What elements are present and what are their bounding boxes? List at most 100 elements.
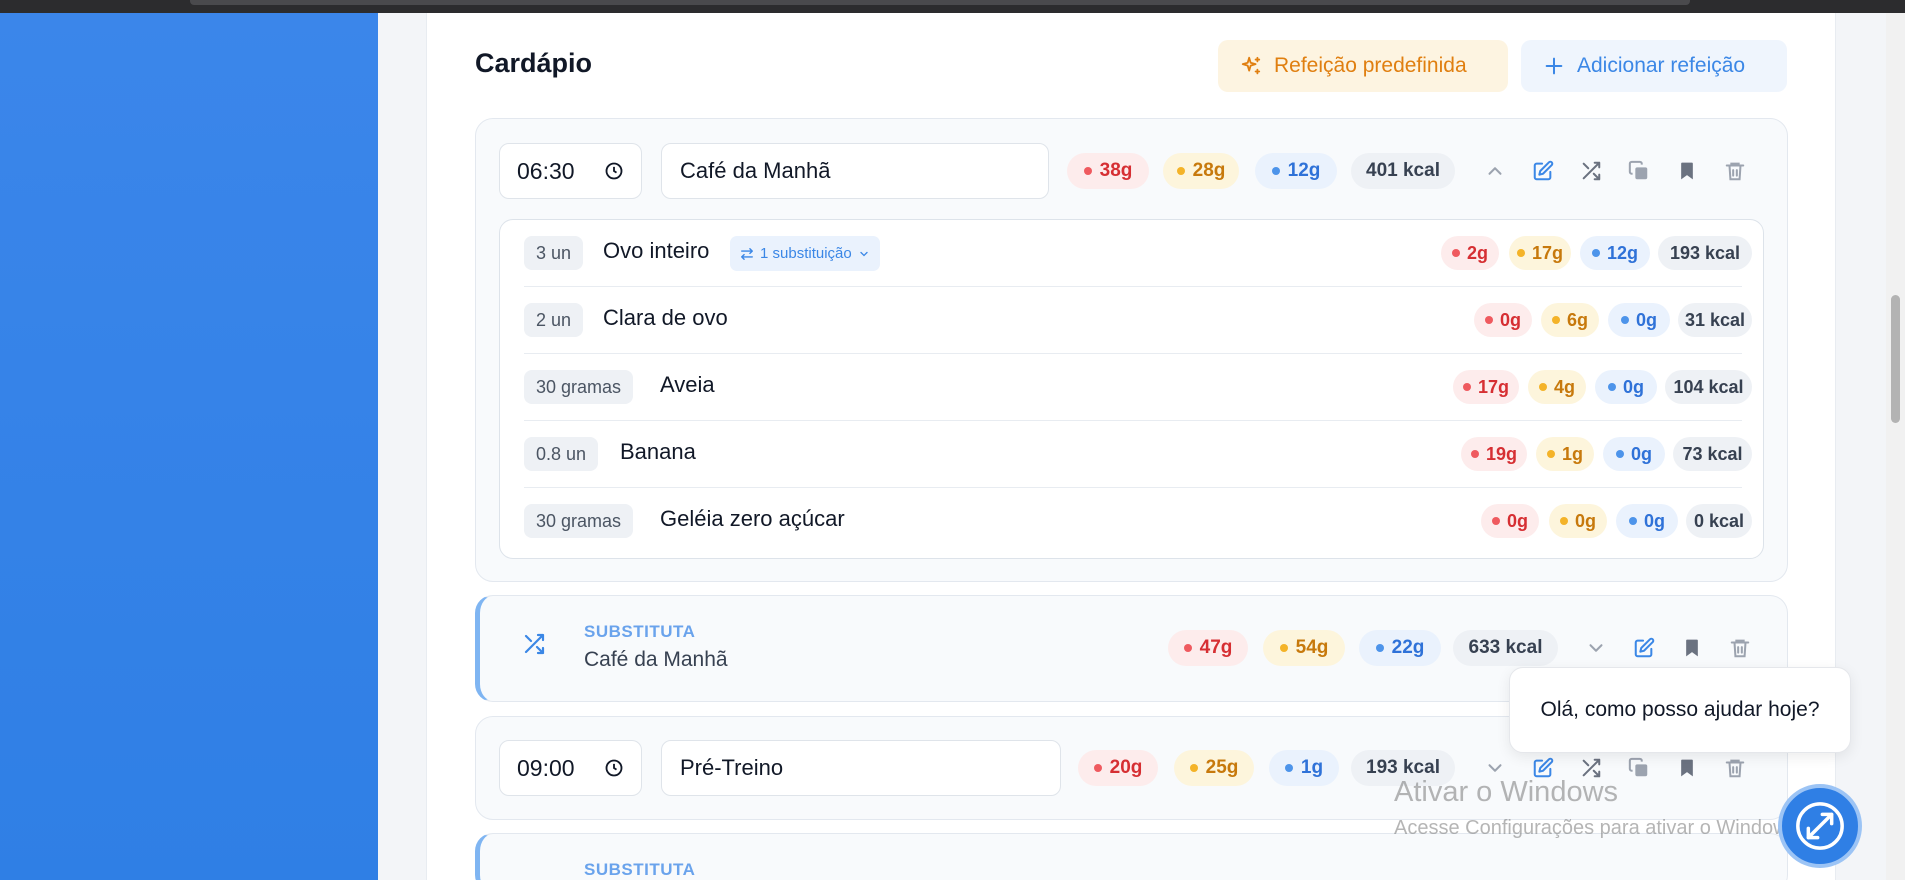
carb-value: 0g — [1499, 309, 1521, 330]
protein-badge: 1g — [1269, 750, 1339, 786]
protein-value: 12g — [1606, 242, 1639, 263]
bookmark-button[interactable] — [1668, 628, 1716, 668]
substitution-dropdown[interactable]: 1 substituição — [730, 236, 880, 271]
carb-badge: 19g — [1461, 437, 1527, 471]
food-row: 30 gramas Geléia zero açúcar 0g 0g 0g 0 … — [524, 488, 1752, 555]
carb-dot — [1462, 383, 1471, 391]
fat-value: 28g — [1192, 160, 1226, 181]
carb-badge: 0g — [1474, 303, 1532, 337]
protein-badge: 0g — [1608, 303, 1670, 337]
meal-name-input[interactable]: Café da Manhã — [661, 143, 1049, 199]
protein-dot — [1628, 517, 1637, 525]
fat-badge: 4g — [1528, 370, 1586, 404]
substitute-tag: SUBSTITUTA — [584, 622, 696, 641]
kcal-badge: 104 kcal — [1665, 370, 1752, 404]
scrollbar-thumb[interactable] — [1891, 295, 1900, 423]
carb-dot — [1470, 450, 1479, 458]
substitution-label: 1 substituição — [760, 245, 852, 262]
browser-top-bar — [0, 0, 1905, 13]
add-meal-button[interactable]: Adicionar refeição — [1521, 40, 1787, 92]
food-quantity: 30 gramas — [524, 504, 634, 538]
carb-value: 19g — [1485, 443, 1518, 464]
fat-value: 0g — [1574, 510, 1596, 531]
shuffle-icon — [524, 633, 545, 655]
shuffle-button[interactable] — [1567, 151, 1615, 191]
carb-badge: 17g — [1453, 370, 1519, 404]
fat-badge: 6g — [1541, 303, 1599, 337]
kcal-value: 104 kcal — [1673, 376, 1744, 397]
fat-dot — [1546, 450, 1555, 458]
protein-badge: 0g — [1603, 437, 1665, 471]
food-row: 0.8 un Banana 19g 1g 0g 73 kcal — [524, 421, 1752, 488]
carb-dot — [1183, 644, 1192, 652]
watermark-subtitle: Acesse Configurações para ativar o Windo… — [1394, 817, 1804, 839]
carb-value: 2g — [1466, 242, 1488, 263]
preset-meal-button[interactable]: Refeição predefinida — [1218, 40, 1508, 92]
meal-time-value: 06:30 — [517, 157, 575, 184]
protein-dot — [1591, 249, 1600, 257]
protein-dot — [1620, 316, 1629, 324]
expand-button[interactable] — [1572, 628, 1620, 668]
edit-button[interactable] — [1519, 151, 1567, 191]
fat-dot — [1176, 167, 1185, 175]
chat-greeting-bubble[interactable]: Olá, como posso ajudar hoje? — [1509, 667, 1851, 753]
fat-badge: 17g — [1509, 236, 1571, 270]
substitute-meal-card[interactable]: SUBSTITUTA — [475, 833, 1788, 880]
carb-dot — [1491, 517, 1500, 525]
fat-badge: 0g — [1549, 504, 1607, 538]
collapse-button[interactable] — [1471, 151, 1519, 191]
edit-icon — [1533, 160, 1554, 181]
protein-badge: 12g — [1580, 236, 1650, 270]
bookmark-icon — [1681, 162, 1693, 180]
watermark-title: Ativar o Windows — [1394, 776, 1619, 808]
carb-badge: 2g — [1441, 236, 1499, 270]
add-meal-label: Adicionar refeição — [1577, 54, 1746, 77]
carb-dot — [1451, 249, 1460, 257]
delete-button[interactable] — [1711, 151, 1759, 191]
protein-badge: 12g — [1255, 153, 1337, 189]
trash-icon — [1725, 162, 1745, 181]
protein-value: 0g — [1622, 376, 1644, 397]
meal-time-input[interactable]: 09:00 — [499, 740, 642, 796]
plus-icon — [1545, 57, 1563, 75]
food-list: 3 un Ovo inteiro 1 substituição 2g 17g 1… — [499, 219, 1764, 559]
food-quantity: 0.8 un — [524, 437, 599, 471]
fat-value: 54g — [1295, 637, 1329, 658]
bookmark-button[interactable] — [1663, 151, 1711, 191]
meal-name-input[interactable]: Pré-Treino — [661, 740, 1061, 796]
protein-value: 22g — [1391, 637, 1425, 658]
kcal-value: 0 kcal — [1693, 510, 1745, 531]
protein-dot — [1607, 383, 1616, 391]
fat-badge: 54g — [1263, 630, 1345, 666]
meal-actions — [1471, 151, 1759, 191]
kcal-value: 31 kcal — [1684, 309, 1746, 330]
protein-dot — [1615, 450, 1624, 458]
fat-badge: 28g — [1163, 153, 1239, 189]
fat-dot — [1189, 764, 1198, 772]
fat-dot — [1279, 644, 1288, 652]
chevron-down-icon — [860, 251, 868, 256]
food-name: Banana — [620, 439, 696, 464]
food-name: Geléia zero açúcar — [660, 506, 845, 531]
carb-value: 38g — [1099, 160, 1133, 181]
food-name: Clara de ovo — [603, 305, 728, 330]
protein-value: 0g — [1635, 309, 1657, 330]
kcal-value: 73 kcal — [1682, 443, 1743, 464]
chat-launcher-button[interactable] — [1778, 784, 1862, 868]
delete-button[interactable] — [1716, 628, 1764, 668]
chevron-down-icon — [1589, 644, 1603, 652]
protein-dot — [1271, 167, 1280, 175]
fat-value: 1g — [1561, 443, 1583, 464]
carb-badge: 20g — [1078, 750, 1158, 786]
carb-value: 0g — [1506, 510, 1528, 531]
page-scrollbar[interactable] — [1886, 13, 1905, 880]
protein-badge: 0g — [1595, 370, 1657, 404]
kcal-value: 193 kcal — [1669, 242, 1741, 263]
kcal-badge: 73 kcal — [1673, 437, 1752, 471]
carb-value: 17g — [1477, 376, 1510, 397]
kcal-badge: 31 kcal — [1678, 303, 1752, 337]
edit-button[interactable] — [1620, 628, 1668, 668]
duplicate-button[interactable] — [1615, 151, 1663, 191]
meal-time-input[interactable]: 06:30 — [499, 143, 642, 199]
chat-assistant-icon — [1796, 802, 1844, 850]
